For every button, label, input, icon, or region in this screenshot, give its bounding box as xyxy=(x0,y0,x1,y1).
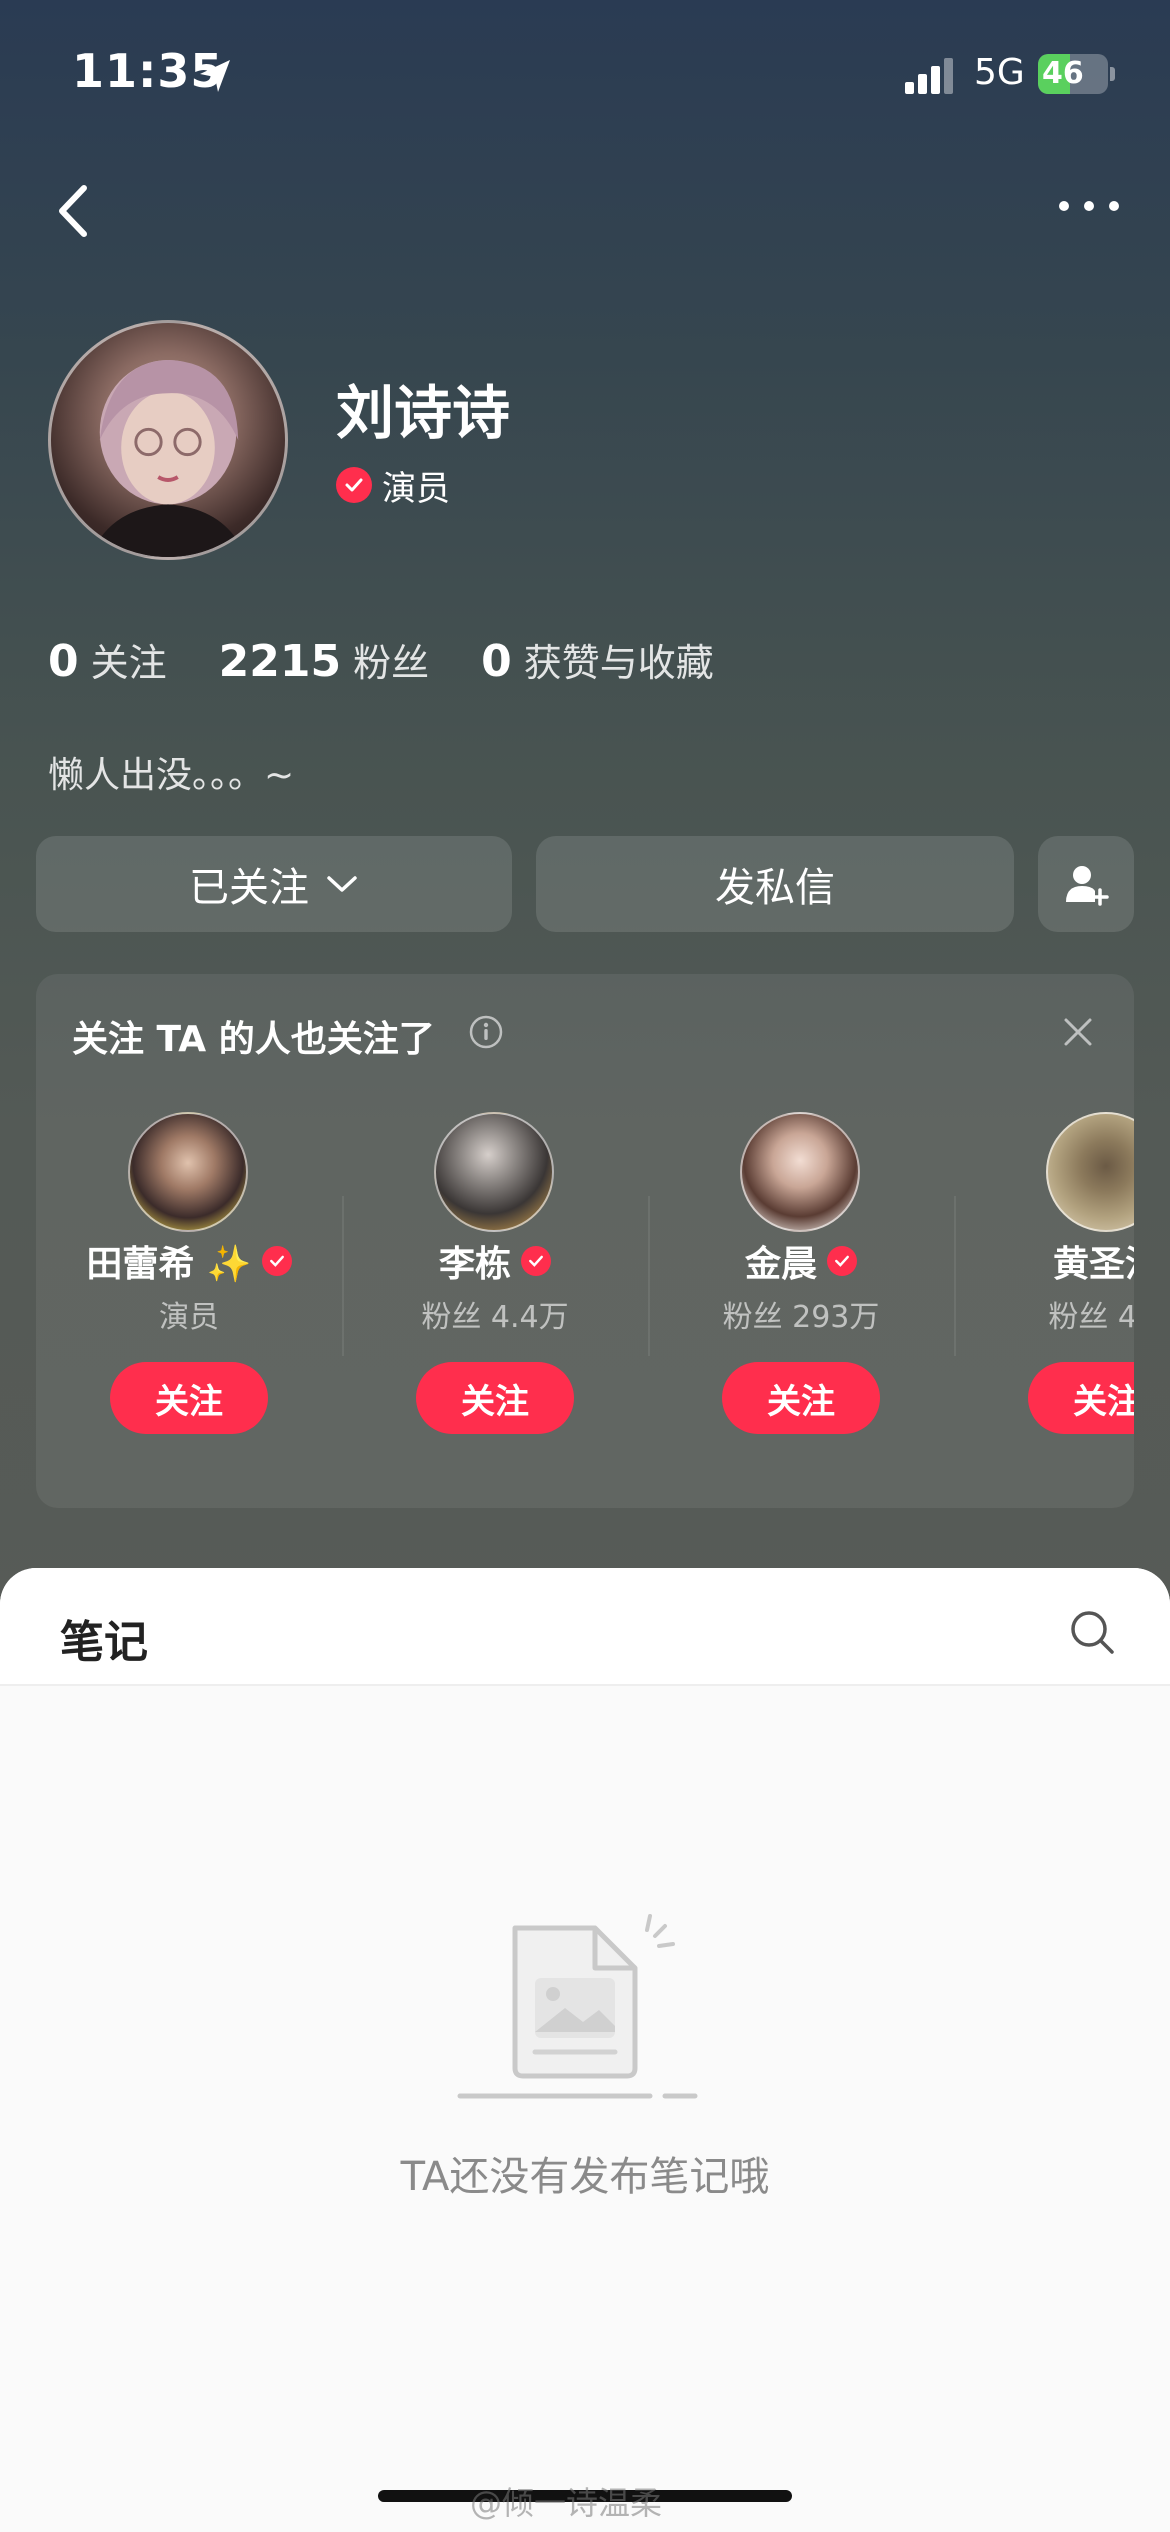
info-icon[interactable] xyxy=(468,1014,504,1050)
recommend-card: 关注 TA 的人也关注了 田蕾希 ✨ 演员 关注 李栋 粉丝 4.4万 关注 金… xyxy=(36,974,1134,1508)
recommend-name: 黄圣池 xyxy=(1052,1244,1134,1285)
stat-fans-count: 2215 xyxy=(218,636,342,687)
stat-following-count: 0 xyxy=(48,636,79,687)
watermark: @倾一诗温柔 xyxy=(470,2484,663,2522)
recommend-subtitle: 粉丝 4.4 xyxy=(1048,1300,1134,1335)
following-button-label: 已关注 xyxy=(189,865,309,911)
location-arrow-icon xyxy=(200,60,230,92)
add-friend-button[interactable] xyxy=(1038,836,1134,932)
recommend-subtitle: 粉丝 293万 xyxy=(722,1300,880,1335)
profile-bio: 懒人出没。。。~ xyxy=(48,755,295,796)
recommend-name: 金晨 xyxy=(744,1244,817,1285)
recommend-item[interactable]: 田蕾希 ✨ 演员 关注 xyxy=(36,1112,342,1492)
recommend-subtitle: 演员 xyxy=(159,1300,219,1335)
verified-check-icon xyxy=(521,1246,551,1276)
recommend-item[interactable]: 金晨 粉丝 293万 关注 xyxy=(648,1112,954,1492)
battery-icon: 46 xyxy=(1038,54,1115,94)
verified-row: 演员 xyxy=(336,463,450,509)
stat-following[interactable]: 0 关注 xyxy=(48,632,167,687)
verified-check-icon xyxy=(261,1246,292,1276)
back-chevron-icon[interactable] xyxy=(44,176,104,246)
search-icon[interactable] xyxy=(1068,1608,1116,1656)
stat-fans-label: 粉丝 xyxy=(353,641,430,685)
recommend-title: 关注 TA 的人也关注了 xyxy=(72,1019,435,1060)
empty-notes-text: TA还没有发布笔记哦 xyxy=(400,2154,770,2200)
empty-notes-illustration-icon xyxy=(457,1914,698,2099)
profile-name: 刘诗诗 xyxy=(336,379,511,447)
recommend-name: 李栋 xyxy=(438,1244,511,1285)
chevron-down-icon xyxy=(327,876,357,892)
verified-check-icon xyxy=(827,1246,857,1276)
cellular-signal-icon xyxy=(905,58,953,94)
recommend-item[interactable]: 李栋 粉丝 4.4万 关注 xyxy=(342,1112,648,1492)
stat-likes-count: 0 xyxy=(481,636,512,687)
verified-check-icon xyxy=(336,467,372,503)
stat-likes-label: 获赞与收藏 xyxy=(523,641,714,685)
profile-header: 11:35 5G 46 刘诗诗 演员 0 关注 2215 粉丝 0 获赞与收藏 … xyxy=(0,0,1170,1620)
recommend-follow-button[interactable]: 关注 xyxy=(722,1362,880,1434)
following-button[interactable]: 已关注 xyxy=(36,836,512,932)
recommend-follow-button[interactable]: 关注 xyxy=(110,1362,268,1434)
status-bar: 11:35 5G 46 xyxy=(0,0,1170,150)
stat-following-label: 关注 xyxy=(90,641,167,685)
verified-label: 演员 xyxy=(382,468,450,509)
network-type: 5G xyxy=(974,52,1025,93)
recommend-avatar[interactable] xyxy=(434,1112,554,1232)
add-user-icon xyxy=(1066,866,1109,906)
recommend-item[interactable]: 黄圣池 粉丝 4.4 关注 xyxy=(954,1112,1134,1492)
recommend-follow-button[interactable]: 关注 xyxy=(416,1362,574,1434)
recommend-name: 田蕾希 ✨ xyxy=(86,1244,252,1285)
recommend-avatar[interactable] xyxy=(740,1112,860,1232)
message-button-label: 发私信 xyxy=(715,865,835,911)
close-icon[interactable] xyxy=(1060,1014,1096,1050)
tab-notes[interactable]: 笔记 xyxy=(60,1606,148,1670)
notes-header: 笔记 xyxy=(0,1568,1170,1686)
stat-fans[interactable]: 2215 粉丝 xyxy=(219,632,429,687)
profile-stats: 0 关注 2215 粉丝 0 获赞与收藏 xyxy=(48,632,766,687)
battery-percent: 46 xyxy=(1042,56,1084,91)
stat-likes[interactable]: 0 获赞与收藏 xyxy=(481,632,714,687)
message-button[interactable]: 发私信 xyxy=(536,836,1014,932)
recommend-avatar[interactable] xyxy=(1046,1112,1134,1232)
avatar[interactable] xyxy=(48,320,288,560)
recommend-avatar[interactable] xyxy=(128,1112,248,1232)
more-options-icon[interactable] xyxy=(1054,186,1124,226)
notes-sheet: 笔记 TA还没有发布笔记哦 xyxy=(0,1568,1170,2532)
recommend-follow-button[interactable]: 关注 xyxy=(1028,1362,1134,1434)
recommend-subtitle: 粉丝 4.4万 xyxy=(421,1300,569,1335)
